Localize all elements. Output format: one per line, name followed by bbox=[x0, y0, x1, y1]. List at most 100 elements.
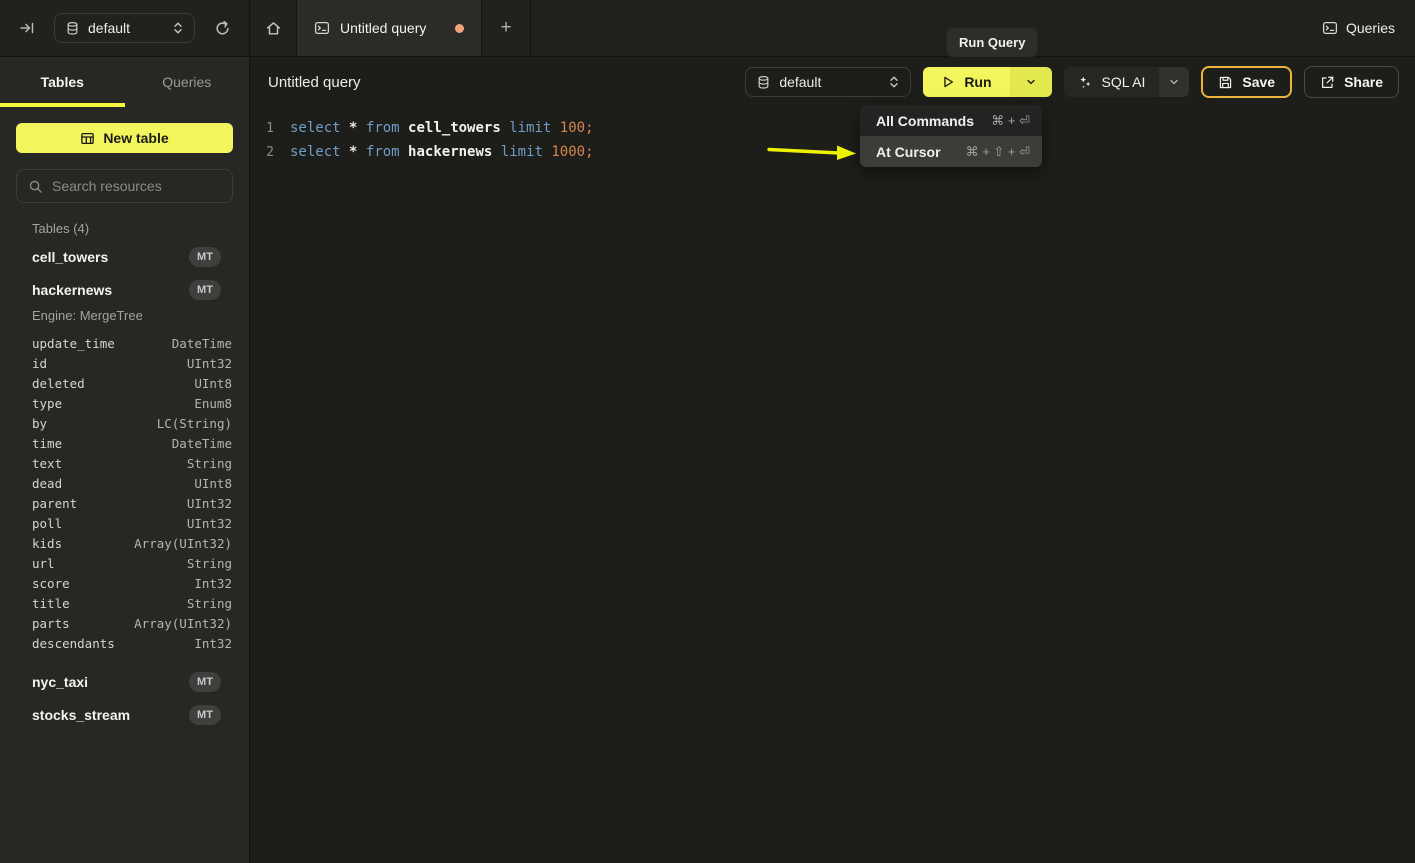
line-number: 1 bbox=[250, 121, 274, 136]
menu-item-shortcut: ⌘ + ⇧ + ⏎ bbox=[966, 144, 1030, 160]
sql-ai-button[interactable]: SQL AI bbox=[1064, 67, 1160, 97]
toolbar-actions: default Run bbox=[745, 66, 1399, 98]
column-type: Int32 bbox=[194, 576, 232, 591]
column-row: urlString bbox=[0, 553, 249, 573]
database-selector-value: default bbox=[779, 74, 821, 90]
tables-list: cell_towersMThackernewsMTEngine: MergeTr… bbox=[0, 240, 249, 731]
table-row[interactable]: hackernewsMT bbox=[0, 273, 249, 306]
play-icon bbox=[941, 75, 955, 89]
column-name: time bbox=[32, 436, 62, 451]
column-type: UInt8 bbox=[194, 376, 232, 391]
table-name: cell_towers bbox=[32, 249, 108, 265]
table-name: nyc_taxi bbox=[32, 674, 88, 690]
new-table-label: New table bbox=[103, 130, 168, 146]
sidebar-tab-queries[interactable]: Queries bbox=[125, 57, 250, 107]
column-row: deadUInt8 bbox=[0, 473, 249, 493]
column-name: kids bbox=[32, 536, 62, 551]
sql-ai-button-label: SQL AI bbox=[1102, 74, 1146, 90]
engine-badge: MT bbox=[189, 280, 221, 300]
column-type: UInt32 bbox=[187, 516, 232, 531]
run-menu: All Commands⌘ + ⏎ At Cursor ⌘ + ⇧ + ⏎ bbox=[860, 105, 1042, 167]
save-button[interactable]: Save bbox=[1201, 66, 1292, 98]
column-row: descendantsInt32 bbox=[0, 633, 249, 653]
menu-item-label: At Cursor bbox=[876, 144, 941, 160]
code-line[interactable]: 1 select * from cell_towers limit 100; bbox=[250, 116, 1415, 140]
chevron-down-icon bbox=[1168, 76, 1180, 88]
run-button[interactable]: Run bbox=[923, 67, 1009, 97]
sidebar-tab-tables[interactable]: Tables bbox=[0, 57, 125, 107]
database-icon bbox=[756, 75, 771, 90]
refresh-button[interactable] bbox=[209, 15, 235, 41]
column-row: deletedUInt8 bbox=[0, 373, 249, 393]
plus-icon: + bbox=[500, 17, 511, 39]
column-row: id UInt32 bbox=[0, 353, 249, 373]
run-options-button[interactable] bbox=[1010, 67, 1052, 97]
column-type: String bbox=[187, 556, 232, 571]
search-input[interactable] bbox=[52, 178, 233, 194]
table-columns: update_timeDateTimeidUInt32deletedUInt8t… bbox=[0, 327, 249, 665]
toolbar-database-selector[interactable]: default bbox=[745, 67, 911, 97]
new-tab-button[interactable]: + bbox=[482, 0, 531, 56]
share-icon bbox=[1320, 75, 1335, 90]
column-name: poll bbox=[32, 516, 62, 531]
query-title: Untitled query bbox=[268, 74, 361, 91]
menu-item-all-commands[interactable]: All Commands⌘ + ⏎ bbox=[860, 105, 1042, 136]
main-area: Untitled query default bbox=[250, 57, 1415, 863]
column-row: update_timeDateTime bbox=[0, 333, 249, 353]
column-name: descendants bbox=[32, 636, 115, 651]
table-row[interactable]: stocks_streamMT bbox=[0, 698, 249, 731]
tooltip-text: Run Query bbox=[959, 35, 1025, 50]
column-name: title bbox=[32, 596, 70, 611]
column-name: text bbox=[32, 456, 62, 471]
sidebar-tabs: Tables Queries bbox=[0, 57, 249, 107]
terminal-icon bbox=[1322, 20, 1338, 36]
save-icon bbox=[1218, 75, 1233, 90]
engine-badge: MT bbox=[189, 672, 221, 692]
sql-console-app: { "topbar": { "database_selector": { "va… bbox=[0, 0, 1415, 863]
sql-ai-split-button: SQL AI bbox=[1064, 67, 1190, 97]
search-box[interactable] bbox=[16, 169, 233, 203]
column-name: id bbox=[32, 356, 47, 371]
column-name: update_time bbox=[32, 336, 115, 351]
table-icon bbox=[80, 131, 95, 146]
sidebar-tab-tables-label: Tables bbox=[41, 74, 84, 90]
sql-ai-options-button[interactable] bbox=[1159, 67, 1189, 97]
column-type: DateTime bbox=[172, 436, 232, 451]
table-row[interactable]: nyc_taxi MT bbox=[0, 665, 249, 698]
column-type: Enum8 bbox=[194, 396, 232, 411]
tab-untitled-query[interactable]: Untitled query bbox=[297, 0, 482, 56]
code-content: select * from cell_towers limit 100; bbox=[290, 120, 594, 136]
chevron-updown-icon bbox=[888, 75, 900, 89]
share-button[interactable]: Share bbox=[1304, 66, 1399, 98]
share-button-label: Share bbox=[1344, 74, 1383, 90]
column-row: kidsArray(UInt32) bbox=[0, 533, 249, 553]
column-name: parts bbox=[32, 616, 70, 631]
search-icon bbox=[28, 179, 43, 194]
column-row: time DateTime bbox=[0, 433, 249, 453]
column-type: Array(UInt32) bbox=[134, 616, 232, 631]
column-row: parentUInt32 bbox=[0, 493, 249, 513]
queries-button[interactable]: Queries bbox=[1302, 0, 1415, 56]
home-button[interactable] bbox=[250, 0, 297, 56]
line-number: 2 bbox=[250, 145, 274, 160]
table-engine-label: Engine: MergeTree bbox=[0, 306, 249, 327]
topbar: default bbox=[0, 0, 1415, 57]
run-button-label: Run bbox=[964, 74, 991, 90]
collapse-sidebar-button[interactable] bbox=[14, 15, 40, 41]
database-icon bbox=[65, 21, 80, 36]
tab-label: Untitled query bbox=[340, 20, 426, 36]
column-name: type bbox=[32, 396, 62, 411]
topbar-database-selector[interactable]: default bbox=[54, 13, 195, 43]
run-split-button: Run bbox=[923, 67, 1051, 97]
tables-section-label: Tables (4) bbox=[32, 221, 249, 236]
engine-badge: MT bbox=[189, 705, 221, 725]
column-type: UInt8 bbox=[194, 476, 232, 491]
code-content: select * from hackernews limit 1000; bbox=[290, 144, 594, 160]
column-type: UInt32 bbox=[187, 356, 232, 371]
save-button-label: Save bbox=[1242, 74, 1275, 90]
column-name: score bbox=[32, 576, 70, 591]
table-row[interactable]: cell_towersMT bbox=[0, 240, 249, 273]
new-table-button[interactable]: New table bbox=[16, 123, 233, 153]
refresh-icon bbox=[214, 20, 231, 37]
menu-item-at-cursor[interactable]: At Cursor ⌘ + ⇧ + ⏎ bbox=[860, 136, 1042, 167]
